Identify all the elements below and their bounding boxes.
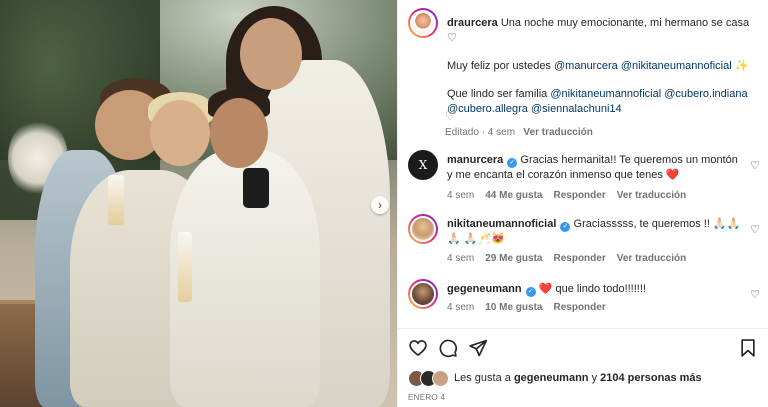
avatar[interactable]: [408, 279, 438, 309]
chevron-right-icon: ›: [378, 198, 382, 212]
comment-time: 4 sem: [447, 302, 475, 313]
caption-line-3: Que lindo ser familia: [447, 88, 551, 100]
comment-likes[interactable]: 29 Me gusta: [485, 253, 542, 264]
comment-text: nikitaneumannoficial ✓ Graciasssss, te q…: [447, 217, 741, 247]
avatar[interactable]: [408, 8, 438, 38]
comment-text: gegeneumann ✓ ❤️ que lindo todo!!!!!!!: [447, 282, 741, 297]
mention-link[interactable]: @manurcera: [554, 60, 618, 72]
translate-link[interactable]: Ver traducción: [617, 190, 686, 201]
comment-username[interactable]: nikitaneumannoficial: [447, 218, 556, 230]
caption-line-2: Muy feliz por ustedes: [447, 60, 554, 72]
likes-prefix: Les gusta a: [454, 372, 514, 384]
comment-username[interactable]: manurcera: [447, 154, 503, 166]
verified-badge-icon: ✓: [560, 222, 571, 232]
like-button[interactable]: [408, 338, 430, 360]
verified-badge-icon: ✓: [507, 158, 518, 168]
post-date: ENERO 4: [408, 393, 446, 402]
bookmark-icon: [741, 339, 755, 357]
share-button[interactable]: [468, 338, 490, 360]
sparkles-emoji: ✨: [731, 60, 749, 72]
likes-text[interactable]: Les gusta a gegeneumann y 2104 personas …: [454, 372, 702, 384]
comment-likes[interactable]: 44 Me gusta: [485, 190, 542, 201]
comment-username[interactable]: gegeneumann: [447, 283, 522, 295]
comment-body: ❤️ que lindo todo!!!!!!!: [538, 283, 646, 295]
verified-badge-icon: ✓: [525, 287, 536, 297]
mention-link[interactable]: @cubero.allegra: [447, 103, 528, 115]
share-icon: [469, 339, 488, 357]
comment-meta: 4 sem 29 Me gusta Responder Ver traducci…: [447, 253, 686, 264]
avatar[interactable]: [408, 214, 438, 244]
next-photo-button[interactable]: ›: [371, 196, 389, 214]
likes-count[interactable]: 2104 personas más: [600, 372, 702, 384]
person-2-face: [150, 100, 210, 166]
phone: [243, 168, 269, 208]
divider: [398, 328, 768, 329]
comment-icon: [439, 339, 458, 358]
likes-summary: Les gusta a gegeneumann y 2104 personas …: [408, 369, 760, 387]
comment: gegeneumann ✓ ❤️ que lindo todo!!!!!!! 4…: [408, 279, 760, 319]
mention-link[interactable]: @nikitaneumannoficial: [550, 88, 661, 100]
caption-text: draurcera Una noche muy emocionante, mi …: [447, 16, 759, 117]
likes-user[interactable]: gegeneumann: [514, 372, 589, 384]
mention-link[interactable]: @cubero.indiana: [664, 88, 747, 100]
person-4-face: [240, 18, 302, 90]
avatar[interactable]: Χ: [408, 150, 438, 180]
reply-button[interactable]: Responder: [553, 190, 605, 201]
mention-link[interactable]: @nikitaneumannoficial: [621, 60, 732, 72]
translate-link[interactable]: Ver traducción: [523, 127, 592, 138]
mention-link[interactable]: @siennalachuni14: [531, 103, 622, 115]
champagne-glass: [108, 175, 124, 225]
comment-like-heart-icon[interactable]: ♡: [750, 223, 760, 236]
comment-like-heart-icon[interactable]: ♡: [750, 159, 760, 172]
post-photo[interactable]: ›: [0, 0, 397, 407]
avatar[interactable]: [432, 369, 449, 387]
caption-meta: Editado · 4 sem Ver traducción: [445, 127, 593, 138]
comment-meta: 4 sem 10 Me gusta Responder: [447, 302, 606, 313]
heart-icon: [409, 340, 427, 356]
comment: Χ manurcera ✓ Gracias hermanita!! Te que…: [408, 150, 760, 202]
caption-edited: Editado · 4 sem: [445, 127, 516, 138]
translate-link[interactable]: Ver traducción: [617, 253, 686, 264]
caption-heart-icon[interactable]: ♡: [445, 109, 456, 123]
comment-likes[interactable]: 10 Me gusta: [485, 302, 542, 313]
comment: nikitaneumannoficial ✓ Graciasssss, te q…: [408, 214, 760, 266]
comment-time: 4 sem: [447, 253, 475, 264]
champagne-glass: [178, 232, 192, 302]
reply-button[interactable]: Responder: [553, 253, 605, 264]
comment-text: manurcera ✓ Gracias hermanita!! Te quere…: [447, 153, 741, 183]
person-3-face: [210, 98, 268, 168]
instagram-post: › draurcera Una noche muy emocionante, m…: [0, 0, 768, 407]
logo-icon: Χ: [418, 158, 428, 172]
comment-time: 4 sem: [447, 190, 475, 201]
comment-button[interactable]: [438, 338, 460, 360]
reply-button[interactable]: Responder: [553, 302, 605, 313]
comment-like-heart-icon[interactable]: ♡: [750, 288, 760, 301]
likes-middle: y: [588, 372, 601, 384]
comment-meta: 4 sem 44 Me gusta Responder Ver traducci…: [447, 190, 686, 201]
caption-username[interactable]: draurcera: [447, 17, 498, 29]
save-button[interactable]: [738, 338, 760, 360]
post-side-panel: draurcera Una noche muy emocionante, mi …: [397, 0, 768, 407]
action-bar: [408, 338, 760, 360]
